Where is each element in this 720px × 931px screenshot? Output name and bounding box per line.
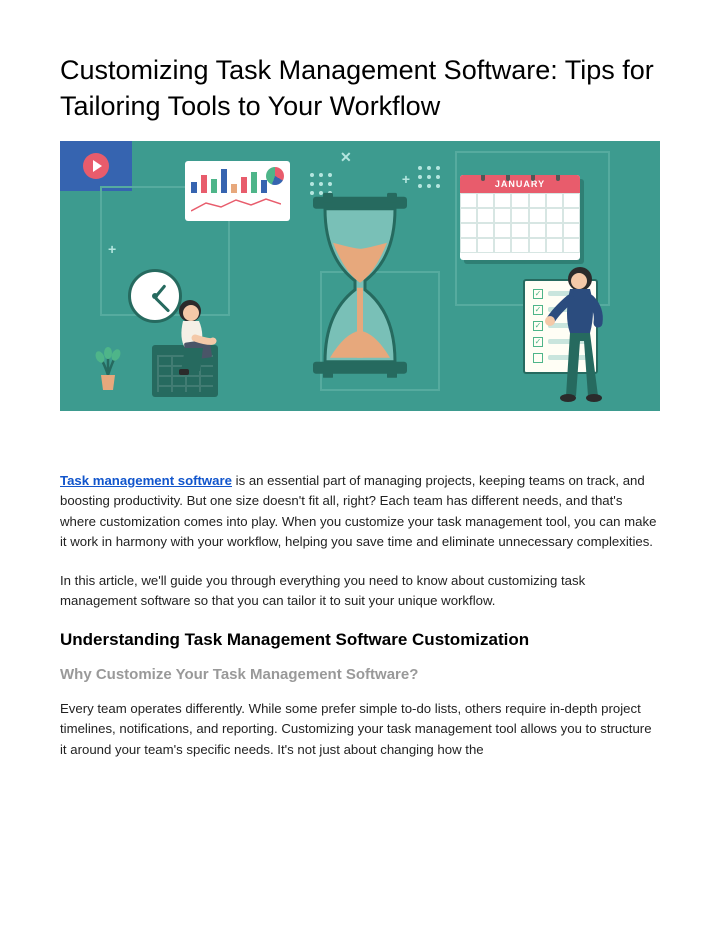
page-title: Customizing Task Management Software: Ti… — [60, 52, 660, 125]
play-icon — [83, 153, 109, 179]
section-heading: Understanding Task Management Software C… — [60, 630, 660, 650]
sub-heading: Why Customize Your Task Management Softw… — [60, 666, 660, 683]
intro-paragraph-2: In this article, we'll guide you through… — [60, 571, 660, 612]
hero-illustration: ✕ + + J — [60, 141, 660, 411]
person-standing-icon — [538, 261, 628, 411]
hourglass-icon — [295, 193, 425, 378]
task-management-link[interactable]: Task management software — [60, 473, 232, 488]
person-sitting-icon — [155, 293, 235, 393]
calendar-icon: JANUARY — [460, 175, 580, 260]
section-paragraph-1: Every team operates differently. While s… — [60, 699, 660, 760]
chart-icon — [185, 161, 290, 221]
plant-icon — [94, 345, 122, 393]
intro-paragraph-1: Task management software is an essential… — [60, 471, 660, 553]
video-icon — [60, 141, 132, 191]
